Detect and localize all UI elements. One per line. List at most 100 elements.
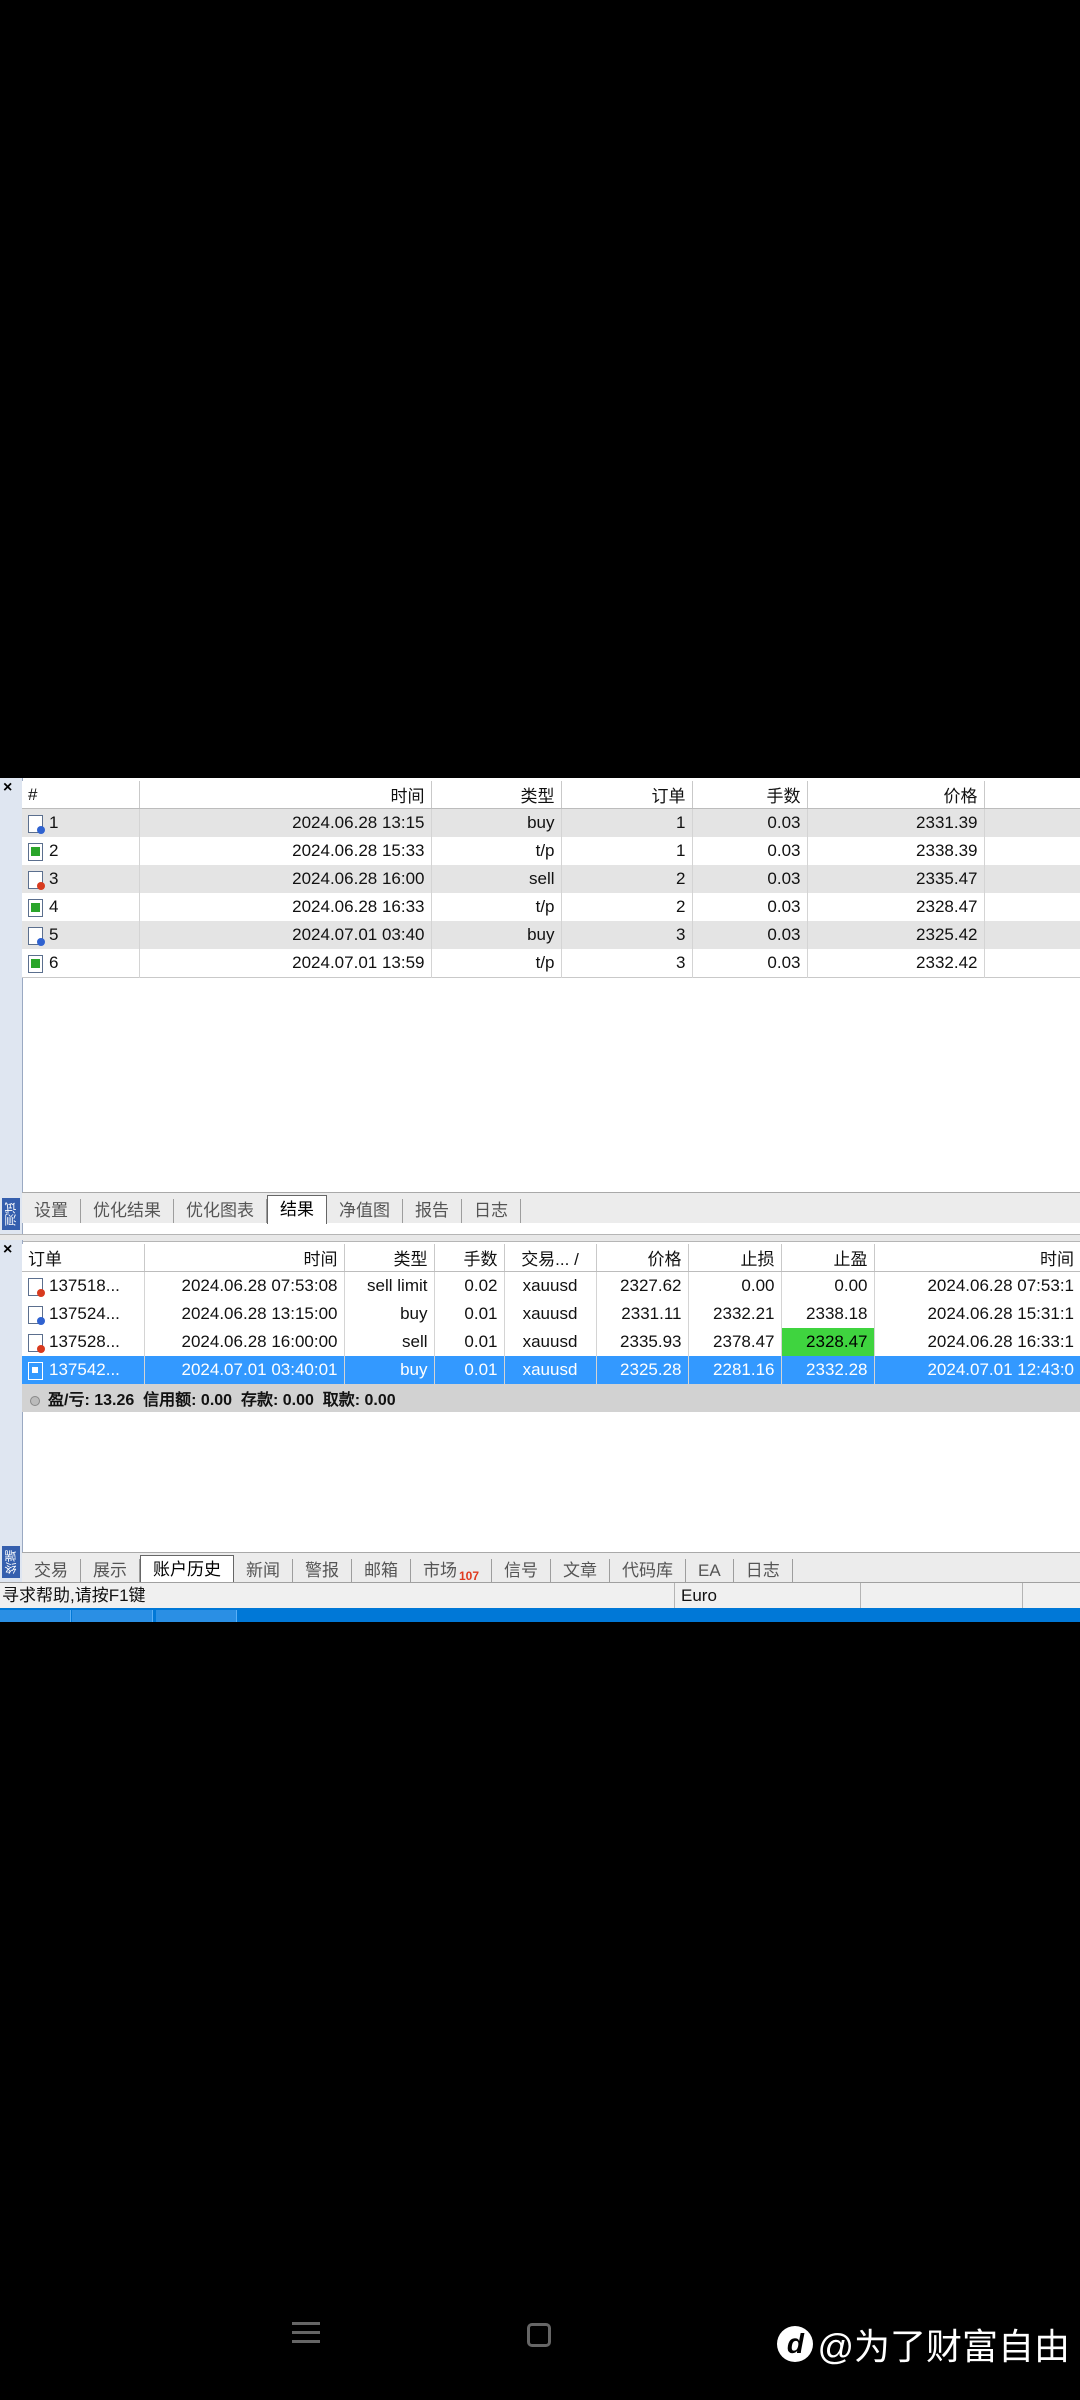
- row-take-profit-hit: 2328.47: [781, 1328, 875, 1356]
- tab-optimization-results[interactable]: 优化结果: [81, 1199, 174, 1223]
- row-open-time: 2024.06.28 16:00:00: [144, 1328, 345, 1356]
- tab-account-history[interactable]: 账户历史: [140, 1555, 234, 1584]
- profile-name: Euro: [681, 1586, 717, 1605]
- row-take-profit: 0.00: [781, 1271, 875, 1300]
- row-order: 1: [561, 837, 693, 865]
- tab-equity-graph[interactable]: 净值图: [327, 1199, 403, 1223]
- table-row[interactable]: 2 2024.06.28 15:33 t/p 1 0.03 2338.39: [22, 837, 1080, 865]
- col-header-num[interactable]: #: [22, 781, 140, 809]
- tab-market[interactable]: 市场 107: [411, 1559, 493, 1583]
- table-row[interactable]: 5 2024.07.01 03:40 buy 3 0.03 2325.42: [22, 921, 1080, 949]
- row-time: 2024.07.01 03:40: [139, 921, 432, 949]
- col-header-lots[interactable]: 手数: [434, 1244, 505, 1272]
- taskbar-strip: [0, 1608, 1080, 1622]
- take-profit-icon: [28, 954, 43, 973]
- col-header-symbol[interactable]: 交易... /: [504, 1244, 597, 1272]
- row-symbol: xauusd: [504, 1356, 597, 1384]
- platform-logo-icon: d: [777, 2326, 814, 2362]
- col-header-order[interactable]: 订单: [561, 781, 693, 809]
- row-type: buy: [431, 921, 562, 949]
- col-header-lots[interactable]: 手数: [692, 781, 808, 809]
- menu-nav-icon[interactable]: [292, 2322, 320, 2344]
- row-price: 2325.42: [807, 921, 985, 949]
- taskbar-item[interactable]: [72, 1610, 153, 1622]
- row-price: 2335.47: [807, 865, 985, 893]
- tab-trade[interactable]: 交易: [22, 1559, 81, 1583]
- col-header-extra: [984, 781, 1080, 809]
- col-header-close-time[interactable]: 时间: [874, 1244, 1080, 1272]
- table-row[interactable]: 137528... 2024.06.28 16:00:00 sell 0.01 …: [22, 1328, 1080, 1356]
- tab-mailbox[interactable]: 邮箱: [352, 1559, 411, 1583]
- table-row[interactable]: 137524... 2024.06.28 13:15:00 buy 0.01 x…: [22, 1300, 1080, 1328]
- tab-settings[interactable]: 设置: [22, 1199, 81, 1223]
- table-row[interactable]: 137518... 2024.06.28 07:53:08 sell limit…: [22, 1271, 1080, 1300]
- row-type: t/p: [431, 893, 562, 921]
- home-nav-icon[interactable]: [527, 2323, 551, 2347]
- col-header-price[interactable]: 价格: [807, 781, 985, 809]
- tab-optimization-graph[interactable]: 优化图表: [174, 1199, 267, 1223]
- row-num: 4: [49, 897, 59, 916]
- terminal-close-icon[interactable]: ×: [3, 1242, 12, 1258]
- tab-results[interactable]: 结果: [267, 1195, 327, 1224]
- col-header-open-time[interactable]: 时间: [144, 1244, 345, 1272]
- col-header-take-profit[interactable]: 止盈: [781, 1244, 875, 1272]
- tab-alerts[interactable]: 警报: [293, 1559, 352, 1583]
- row-close-time: 2024.06.28 07:53:1: [874, 1271, 1080, 1300]
- row-stop-loss: 2281.16: [688, 1356, 782, 1384]
- watermark-text: @为了财富自由: [817, 2326, 1070, 2367]
- row-stop-loss: 2378.47: [688, 1328, 782, 1356]
- row-price: 2335.93: [596, 1328, 689, 1356]
- row-price: 2328.47: [807, 893, 985, 921]
- tab-signals[interactable]: 信号: [492, 1559, 552, 1583]
- taskbar-item[interactable]: [156, 1610, 237, 1622]
- col-header-stop-loss[interactable]: 止损: [688, 1244, 782, 1272]
- status-cell-empty: [1022, 1583, 1080, 1609]
- tab-journal[interactable]: 日志: [734, 1559, 793, 1583]
- row-num: 6: [49, 953, 59, 972]
- row-lots: 0.01: [434, 1328, 505, 1356]
- row-lots: 0.02: [434, 1271, 505, 1300]
- tab-report[interactable]: 报告: [403, 1199, 462, 1223]
- table-row-selected[interactable]: 137542... 2024.07.01 03:40:01 buy 0.01 x…: [22, 1356, 1080, 1384]
- col-header-type[interactable]: 类型: [431, 781, 562, 809]
- row-time: 2024.06.28 16:33: [139, 893, 432, 921]
- tab-articles[interactable]: 文章: [551, 1559, 611, 1583]
- table-row[interactable]: 1 2024.06.28 13:15 buy 1 0.03 2331.39: [22, 808, 1080, 837]
- tab-news[interactable]: 新闻: [234, 1559, 293, 1583]
- col-header-type[interactable]: 类型: [344, 1244, 435, 1272]
- row-type: t/p: [431, 949, 562, 978]
- sell-order-icon: [28, 870, 45, 890]
- profile-cell: Euro: [674, 1583, 867, 1609]
- row-order: 3: [561, 921, 693, 949]
- row-time: 2024.07.01 13:59: [139, 949, 432, 978]
- tab-journal[interactable]: 日志: [462, 1199, 521, 1223]
- row-order: 2: [561, 865, 693, 893]
- buy-order-icon: [28, 814, 45, 834]
- row-lots: 0.01: [434, 1356, 505, 1384]
- sell-limit-order-icon: [28, 1277, 45, 1297]
- row-lots: 0.01: [434, 1300, 505, 1328]
- row-num: 3: [49, 869, 59, 888]
- terminal-side-label: 终端: [2, 1546, 20, 1578]
- col-header-price[interactable]: 价格: [596, 1244, 689, 1272]
- table-row[interactable]: 4 2024.06.28 16:33 t/p 2 0.03 2328.47: [22, 893, 1080, 921]
- row-price: 2331.11: [596, 1300, 689, 1328]
- tester-header-row: # 时间 类型 订单 手数 价格: [22, 781, 1080, 809]
- col-header-time[interactable]: 时间: [139, 781, 432, 809]
- taskbar-item[interactable]: [0, 1610, 71, 1622]
- tester-close-icon[interactable]: ×: [3, 780, 12, 796]
- tester-side-label: 测试: [2, 1198, 20, 1230]
- buy-order-icon: [28, 1305, 45, 1325]
- row-price: 2325.28: [596, 1356, 689, 1384]
- table-row[interactable]: 6 2024.07.01 13:59 t/p 3 0.03 2332.42: [22, 949, 1080, 978]
- row-close-time: 2024.07.01 12:43:0: [874, 1356, 1080, 1384]
- tab-experts[interactable]: EA: [686, 1559, 734, 1583]
- tab-exposure[interactable]: 展示: [81, 1559, 140, 1583]
- terminal-side-strip: × 终端: [0, 1240, 23, 1582]
- table-row[interactable]: 3 2024.06.28 16:00 sell 2 0.03 2335.47: [22, 865, 1080, 893]
- row-close-time: 2024.06.28 16:33:1: [874, 1328, 1080, 1356]
- row-type: sell: [344, 1328, 435, 1356]
- tab-code-base[interactable]: 代码库: [610, 1559, 687, 1583]
- col-header-ticket[interactable]: 订单: [22, 1244, 145, 1272]
- row-price: 2331.39: [807, 808, 985, 837]
